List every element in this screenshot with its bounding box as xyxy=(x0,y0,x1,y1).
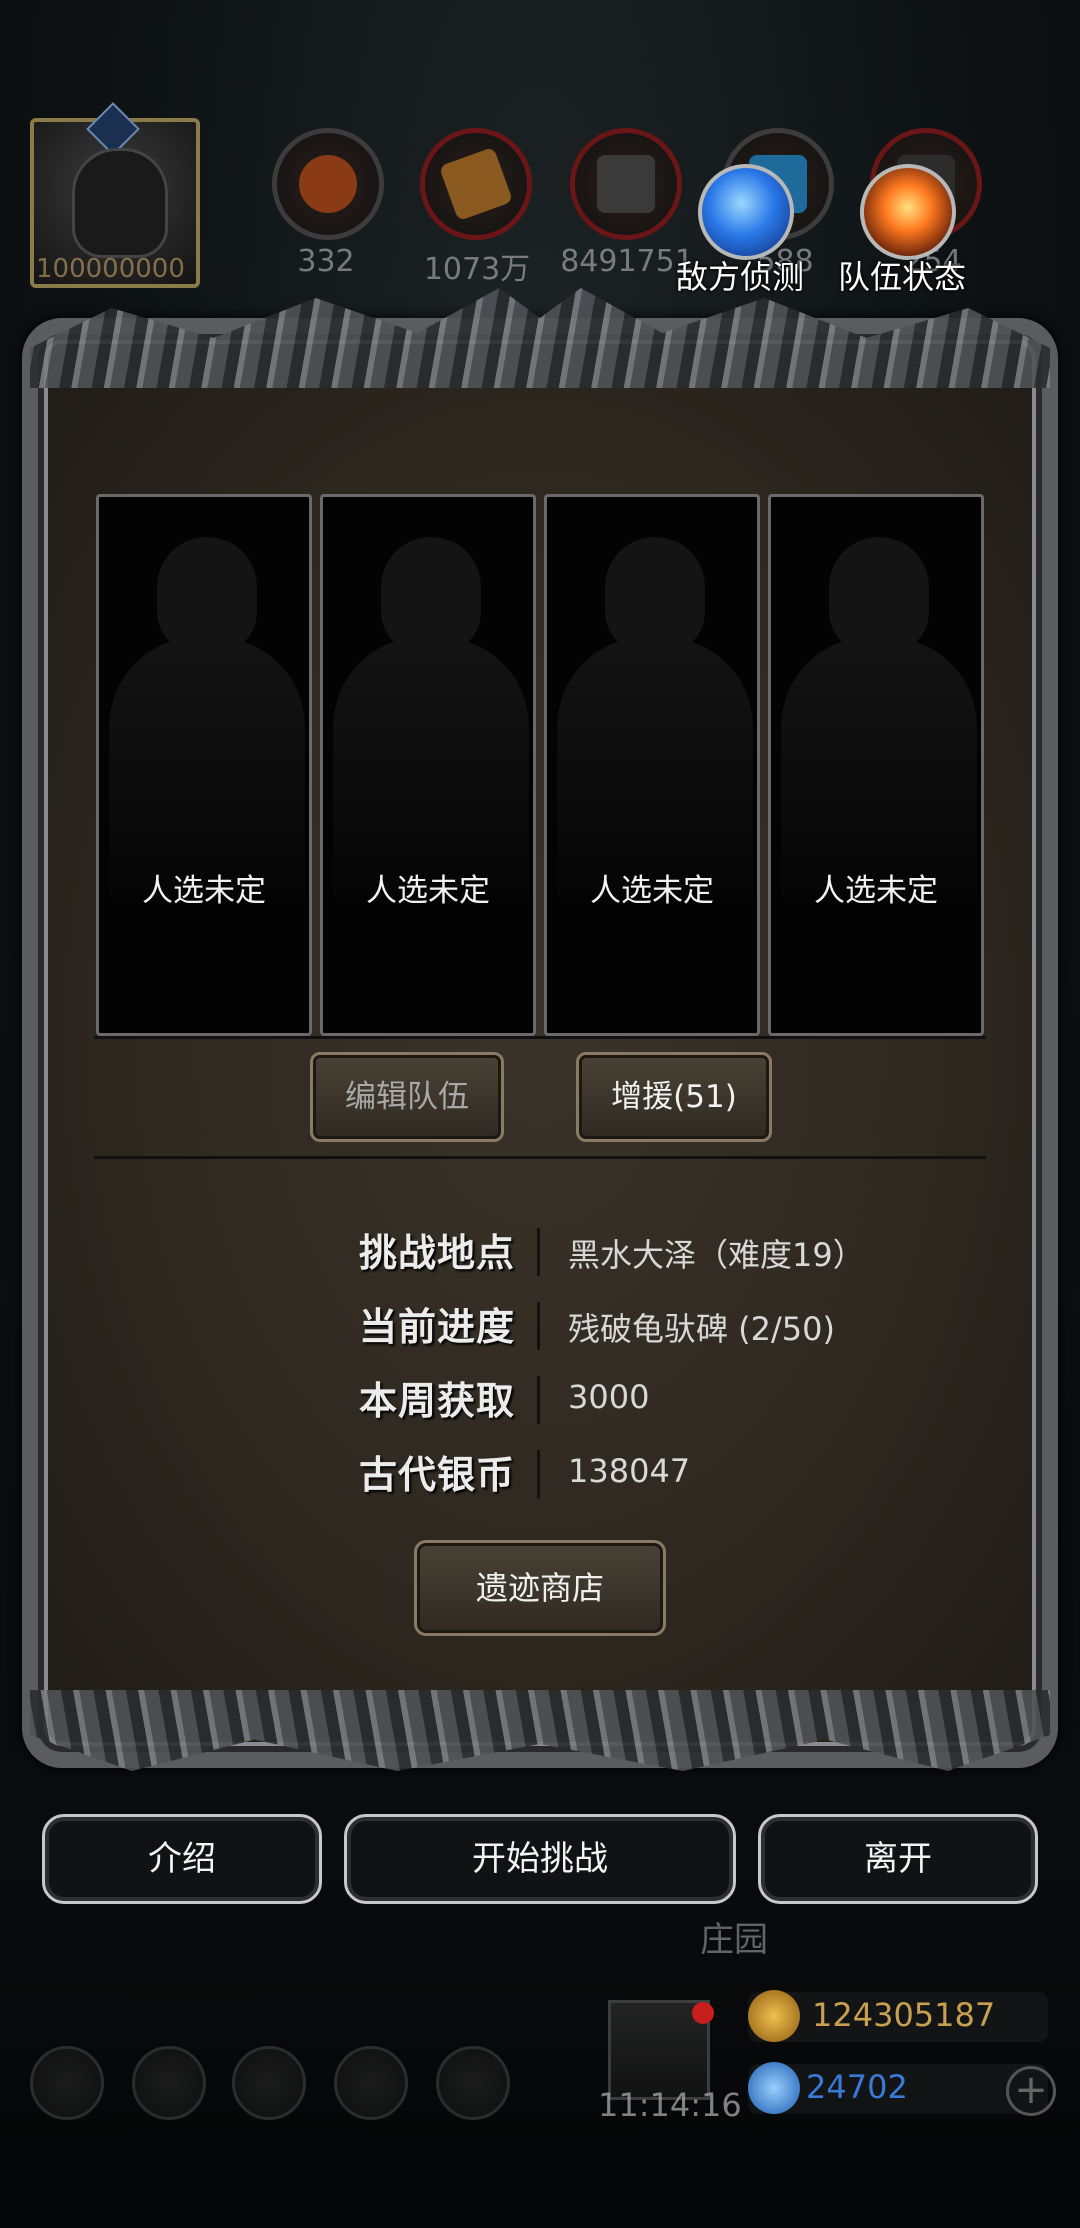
wood-icon[interactable] xyxy=(420,128,532,240)
slot-label: 人选未定 xyxy=(814,873,938,909)
reinforce-button[interactable]: 增援(51) xyxy=(576,1052,772,1142)
silhouette-head-icon xyxy=(381,537,481,655)
team-slot-1[interactable]: 人选未定 xyxy=(96,494,312,1036)
silhouette-icon xyxy=(557,637,753,897)
location-label: 庄园 xyxy=(700,1920,768,1960)
info-separator xyxy=(537,1376,540,1424)
intro-button[interactable]: 介绍 xyxy=(42,1814,322,1904)
slot-label: 人选未定 xyxy=(590,873,714,909)
enemy-scout-label: 敌方侦测 xyxy=(676,258,805,296)
avatar-portrait-icon xyxy=(72,148,168,258)
avatar-value: 100000000 xyxy=(36,254,185,284)
leave-button[interactable]: 离开 xyxy=(758,1814,1038,1904)
team-status-label: 队伍状态 xyxy=(838,258,967,296)
gem-icon xyxy=(748,2062,800,2114)
info-separator xyxy=(537,1302,540,1350)
box-icon[interactable] xyxy=(436,2046,510,2120)
info-separator xyxy=(537,1450,540,1498)
meat-icon[interactable] xyxy=(272,128,384,240)
stone-icon[interactable] xyxy=(570,128,682,240)
silhouette-icon xyxy=(333,637,529,897)
mail-icon[interactable] xyxy=(334,2046,408,2120)
notification-dot xyxy=(692,2002,714,2024)
info-value: 残破龟驮碑 (2/50) xyxy=(568,1310,836,1348)
info-row-coins: 古代银币 138047 xyxy=(0,1444,1080,1504)
enemy-scout-button[interactable] xyxy=(698,164,794,260)
gold-value: 124305187 xyxy=(812,1996,996,2034)
start-challenge-button[interactable]: 开始挑战 xyxy=(344,1814,736,1904)
gear-icon[interactable] xyxy=(30,2046,104,2120)
info-key: 挑战地点 xyxy=(358,1231,515,1275)
clock: 11:14:16 xyxy=(598,2086,742,2124)
team-status-button[interactable] xyxy=(860,164,956,260)
team-slot-3[interactable]: 人选未定 xyxy=(544,494,760,1036)
info-value: 黑水大泽（难度19） xyxy=(568,1236,865,1274)
info-key: 古代银币 xyxy=(358,1453,515,1497)
info-row-progress: 当前进度 残破龟驮碑 (2/50) xyxy=(0,1296,1080,1356)
map-icon[interactable] xyxy=(232,2046,306,2120)
star-icon[interactable] xyxy=(132,2046,206,2120)
info-separator xyxy=(537,1228,540,1276)
team-slot-4[interactable]: 人选未定 xyxy=(768,494,984,1036)
info-key: 本周获取 xyxy=(358,1379,515,1423)
info-value: 3000 xyxy=(568,1378,650,1416)
info-value: 138047 xyxy=(568,1452,691,1490)
slots-divider xyxy=(94,1036,986,1039)
wood-value: 1073万 xyxy=(423,252,531,287)
slot-label: 人选未定 xyxy=(366,873,490,909)
info-divider xyxy=(94,1156,986,1159)
meat-value: 332 xyxy=(297,244,355,279)
silhouette-head-icon xyxy=(829,537,929,655)
silhouette-icon xyxy=(109,637,305,897)
team-slot-2[interactable]: 人选未定 xyxy=(320,494,536,1036)
silhouette-icon xyxy=(781,637,977,897)
info-row-location: 挑战地点 黑水大泽（难度19） xyxy=(0,1222,1080,1282)
slot-label: 人选未定 xyxy=(142,873,266,909)
silhouette-head-icon xyxy=(157,537,257,655)
gem-value: 24702 xyxy=(806,2068,908,2106)
info-row-weekly: 本周获取 3000 xyxy=(0,1370,1080,1430)
gold-coin-icon xyxy=(748,1990,800,2042)
add-currency-icon[interactable]: + xyxy=(1006,2066,1056,2116)
edit-team-button[interactable]: 编辑队伍 xyxy=(310,1052,504,1142)
silhouette-head-icon xyxy=(605,537,705,655)
ruins-shop-button[interactable]: 遗迹商店 xyxy=(414,1540,666,1636)
info-key: 当前进度 xyxy=(358,1305,515,1349)
